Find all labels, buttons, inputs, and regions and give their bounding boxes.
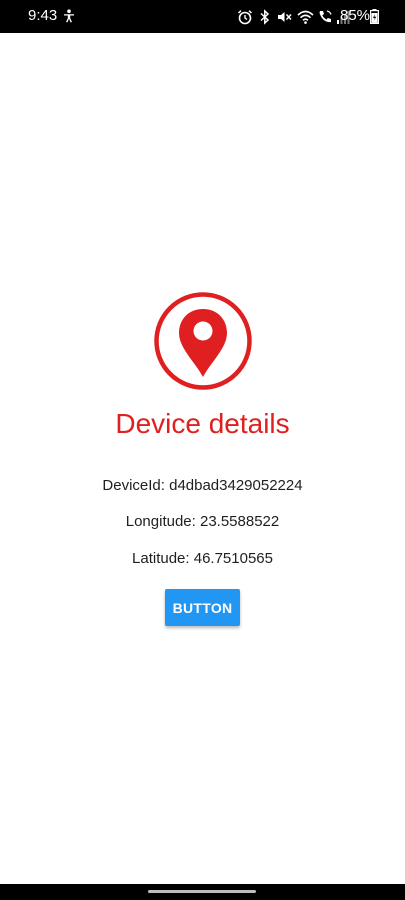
- wifi-icon: [297, 10, 314, 24]
- status-icons: [237, 8, 350, 26]
- navigation-bar: [0, 884, 405, 900]
- bluetooth-icon: [260, 9, 270, 25]
- wifi-calling-icon: [319, 10, 332, 23]
- page-title: Device details: [115, 408, 290, 439]
- status-bar: 9:43 85%: [0, 0, 405, 33]
- mute-icon: [278, 12, 292, 22]
- accessibility-icon: [64, 9, 74, 23]
- gesture-handle[interactable]: [148, 890, 256, 893]
- location-pin-icon: [154, 292, 252, 390]
- status-time: 9:43: [28, 7, 58, 24]
- longitude-text: Longitude: 23.5588522: [125, 513, 280, 530]
- device-id-text: DeviceId: d4dbad3429052224: [102, 477, 303, 494]
- alarm-icon: [237, 10, 253, 25]
- battery-icon: [370, 9, 379, 24]
- battery-percent: 85%: [340, 7, 371, 24]
- action-button[interactable]: BUTTON: [165, 589, 240, 626]
- latitude-text: Latitude: 46.7510565: [132, 550, 273, 567]
- main-content: Device details DeviceId: d4dbad342905222…: [0, 33, 405, 884]
